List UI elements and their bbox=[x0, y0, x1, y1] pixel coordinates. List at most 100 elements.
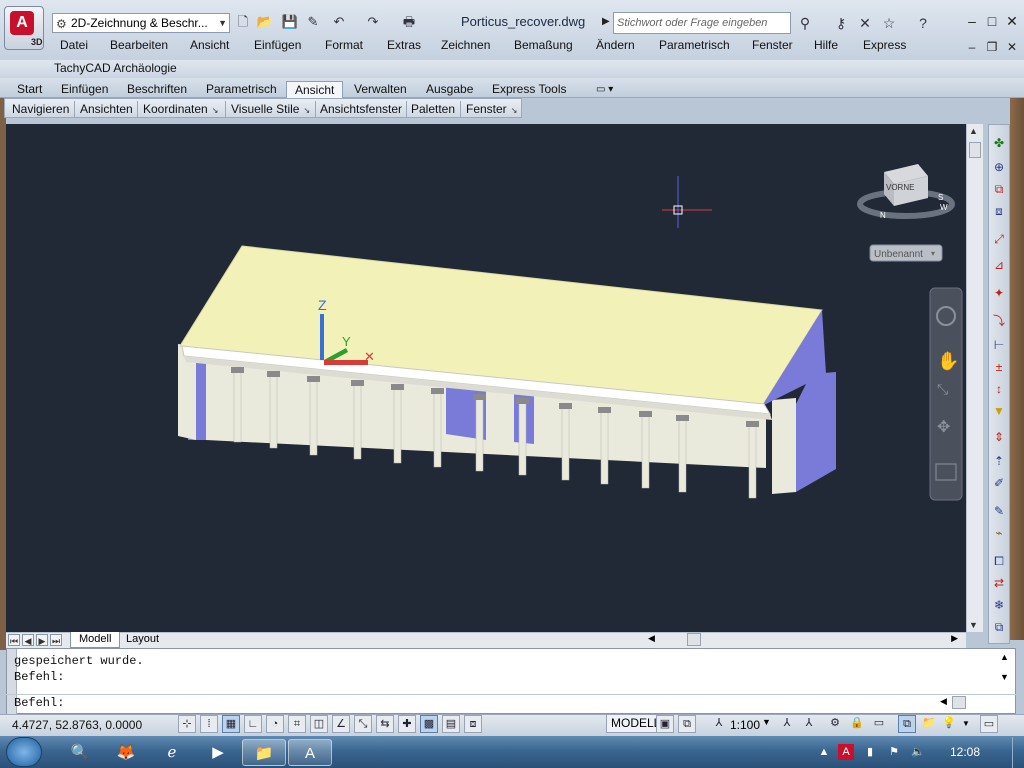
scroll-thumb[interactable] bbox=[687, 633, 701, 646]
ortho-mode-icon[interactable]: ∟ bbox=[244, 715, 262, 733]
quick-view-layouts-icon[interactable]: ▣ bbox=[656, 715, 674, 733]
status-menu-chevron-icon[interactable]: ▼ bbox=[962, 719, 970, 728]
menu-express[interactable]: Express bbox=[863, 38, 906, 52]
annotation-visibility-icon[interactable]: ⅄ bbox=[778, 715, 796, 733]
doc-minimize-button[interactable]: – bbox=[962, 38, 982, 56]
tray-network-icon[interactable]: ▮ bbox=[862, 744, 878, 760]
tool-icon[interactable]: ⇕ bbox=[991, 429, 1007, 445]
tool-icon[interactable]: ⊿ bbox=[991, 257, 1007, 273]
next-tab-icon[interactable]: ▶ bbox=[36, 634, 48, 646]
tool-icon[interactable]: ⇡ bbox=[991, 453, 1007, 469]
tab-verwalten[interactable]: Verwalten bbox=[354, 81, 407, 98]
key-icon[interactable]: ⚷ bbox=[832, 14, 850, 32]
pan-hand-icon[interactable]: ✋ bbox=[937, 350, 959, 372]
scroll-thumb[interactable] bbox=[969, 142, 981, 158]
chevron-down-icon[interactable]: ▼ bbox=[762, 717, 771, 727]
vertical-scrollbar[interactable]: ▲ ▼ bbox=[966, 124, 983, 632]
command-scrollbar[interactable]: ▲ ▼ bbox=[994, 650, 1014, 694]
grid-snap-icon[interactable]: ⁞ bbox=[200, 715, 218, 733]
viewcube[interactable]: VORNE N W S bbox=[857, 164, 955, 220]
start-button[interactable] bbox=[6, 737, 42, 767]
tool-icon[interactable]: ± bbox=[991, 359, 1007, 375]
tool-icon[interactable]: ↕ bbox=[991, 381, 1007, 397]
tool-icon[interactable]: ⇄ bbox=[991, 575, 1007, 591]
tray-autocad-icon[interactable]: A bbox=[838, 744, 854, 760]
save-icon[interactable]: 💾 bbox=[281, 13, 299, 31]
scroll-down-icon[interactable]: ▼ bbox=[969, 620, 978, 630]
tab-ausgabe[interactable]: Ausgabe bbox=[426, 81, 473, 98]
menu-parametrisch[interactable]: Parametrisch bbox=[659, 38, 730, 52]
3d-osnap-icon[interactable]: ◫ bbox=[310, 715, 328, 733]
tool-icon[interactable]: ❄ bbox=[991, 597, 1007, 613]
application-menu-button[interactable]: A 3D bbox=[4, 6, 44, 50]
quick-properties-icon[interactable]: ▤ bbox=[442, 715, 460, 733]
expand-arrow-icon[interactable]: ▶ bbox=[602, 16, 610, 27]
open-folder-icon[interactable]: 📂 bbox=[256, 13, 274, 31]
tab-express-tools[interactable]: Express Tools bbox=[492, 81, 566, 98]
taskbar-media-player-icon[interactable]: ▶ bbox=[196, 739, 240, 766]
panel-navigieren[interactable]: Navigieren bbox=[12, 102, 69, 116]
scroll-down-icon[interactable]: ▼ bbox=[1000, 672, 1009, 682]
tab-parametrisch[interactable]: Parametrisch bbox=[206, 81, 277, 98]
grid-display-icon[interactable]: ▦ bbox=[222, 715, 240, 733]
tool-icon[interactable]: ⧈ bbox=[991, 203, 1007, 219]
scroll-thumb[interactable] bbox=[952, 696, 966, 709]
menu-tachycad[interactable]: TachyCAD Archäologie bbox=[54, 61, 177, 75]
clean-screen-icon[interactable]: ▭ bbox=[980, 715, 998, 733]
auto-scale-icon[interactable]: ⅄ bbox=[800, 715, 818, 733]
panel-koordinaten[interactable]: Koordinaten ↘ bbox=[143, 102, 218, 116]
prev-tab-icon[interactable]: ◀ bbox=[22, 634, 34, 646]
menu-bemassung[interactable]: Bemaßung bbox=[514, 38, 573, 52]
taskbar-folder-icon[interactable]: 📁 bbox=[242, 739, 286, 766]
exchange-icon[interactable]: ✕ bbox=[856, 14, 874, 32]
tool-icon[interactable]: ⤵ bbox=[991, 313, 1007, 329]
annotation-scale[interactable]: 1:100 bbox=[730, 718, 760, 732]
tool-icon[interactable]: ⧠ bbox=[991, 553, 1007, 569]
first-tab-icon[interactable]: ⏮ bbox=[8, 634, 20, 646]
tool-icon[interactable]: ✐ bbox=[991, 475, 1007, 491]
binoculars-icon[interactable]: ⚲ bbox=[796, 14, 814, 32]
panel-ansichtsfenster[interactable]: Ansichtsfenster bbox=[320, 102, 402, 116]
doc-close-button[interactable]: ✕ bbox=[1002, 38, 1022, 56]
show-desktop-button[interactable] bbox=[1012, 737, 1024, 768]
taskbar-autocad-icon[interactable]: A bbox=[288, 739, 332, 766]
menu-zeichnen[interactable]: Zeichnen bbox=[441, 38, 490, 52]
menu-ansicht[interactable]: Ansicht bbox=[190, 38, 229, 52]
tool-icon[interactable]: ⤢ bbox=[991, 231, 1007, 247]
snap-mode-icon[interactable]: ⊹ bbox=[178, 715, 196, 733]
menu-aendern[interactable]: Ändern bbox=[596, 38, 635, 52]
model-canvas[interactable]: Z Y ✕ VORNE N W S Unbenannt ▾ ✋ ⤡ ✥ bbox=[6, 124, 966, 632]
scroll-right-icon[interactable]: ▶ bbox=[951, 633, 958, 644]
orbit-icon[interactable]: ✥ bbox=[937, 417, 950, 436]
undo-icon[interactable]: ↶ bbox=[330, 13, 348, 31]
menu-datei[interactable]: Datei bbox=[60, 38, 88, 52]
tab-ansicht[interactable]: Ansicht bbox=[286, 81, 344, 98]
workspace-switch-icon[interactable]: ⚙ bbox=[826, 715, 844, 733]
scroll-up-icon[interactable]: ▲ bbox=[969, 126, 978, 136]
scroll-up-icon[interactable]: ▲ bbox=[1000, 652, 1009, 662]
scroll-left-icon[interactable]: ◀ bbox=[648, 633, 655, 644]
lineweight-icon[interactable]: ✚ bbox=[398, 715, 416, 733]
drawing-viewport[interactable]: Z Y ✕ VORNE N W S Unbenannt ▾ ✋ ⤡ ✥ bbox=[6, 124, 966, 632]
panel-paletten[interactable]: Paletten bbox=[411, 102, 455, 116]
ribbon-options-icon[interactable]: ▭ ▾ bbox=[596, 81, 613, 98]
tab-start[interactable]: Start bbox=[17, 81, 42, 98]
ucs-dropdown[interactable]: Unbenannt ▾ bbox=[869, 244, 943, 262]
redo-icon[interactable]: ↷ bbox=[364, 13, 382, 31]
polar-tracking-icon[interactable]: ◔ bbox=[266, 715, 284, 733]
hardware-acceleration-icon[interactable]: ▭ bbox=[870, 715, 888, 733]
otrack-icon[interactable]: ∠ bbox=[332, 715, 350, 733]
tool-icon[interactable]: ⧉ bbox=[991, 619, 1007, 635]
tab-beschriften[interactable]: Beschriften bbox=[127, 81, 187, 98]
isolate-objects-icon[interactable]: ⧉ bbox=[898, 715, 916, 733]
doc-restore-button[interactable]: ❐ bbox=[982, 38, 1002, 56]
close-button[interactable]: ✕ bbox=[1002, 12, 1022, 30]
help-icon[interactable]: ? bbox=[914, 14, 932, 32]
scroll-left-icon[interactable]: ◀ bbox=[940, 696, 947, 707]
menu-einfuegen[interactable]: Einfügen bbox=[254, 38, 301, 52]
taskbar-clock[interactable]: 12:08 bbox=[950, 745, 980, 759]
zoom-icon[interactable]: ⤡ bbox=[937, 382, 948, 398]
menu-format[interactable]: Format bbox=[325, 38, 363, 52]
lock-icon[interactable]: 🔒 bbox=[848, 715, 866, 733]
tool-icon[interactable]: ⧉ bbox=[991, 181, 1007, 197]
